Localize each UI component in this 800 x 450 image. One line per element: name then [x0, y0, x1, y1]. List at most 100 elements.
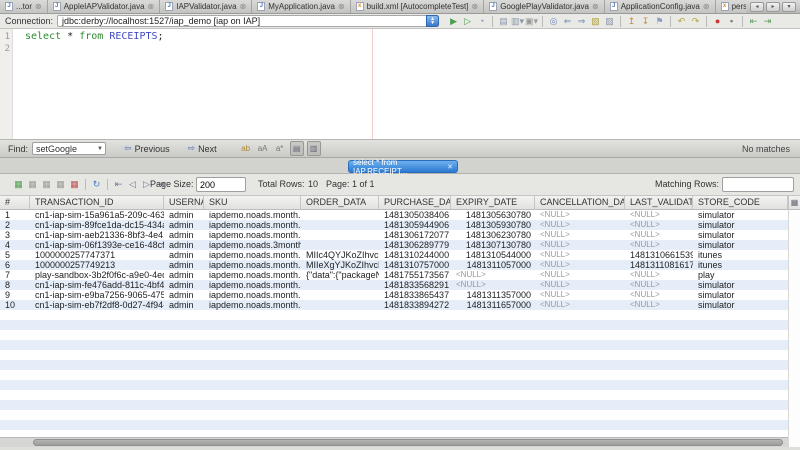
previous-page-icon[interactable]: ◁ [126, 178, 139, 191]
commit-records-icon[interactable]: ▦ [40, 178, 53, 191]
vertical-scrollbar-track[interactable] [788, 196, 800, 450]
table-row[interactable]: 4cn1-iap-sim-06f1393e-ce16-48cf-91...adm… [0, 240, 800, 250]
table-row[interactable]: 2cn1-iap-sim-89fce1da-dc15-434a-81...adm… [0, 220, 800, 230]
record-macro-icon[interactable]: ● [711, 15, 724, 28]
wrap-search-icon[interactable]: ▤ [290, 141, 304, 156]
editor-tab[interactable]: JAppleIAPValidator.java⊗ [48, 0, 161, 13]
result-tab[interactable]: select * from IAP.RECEIPT... ✕ [348, 160, 458, 173]
scroll-tabs-left-button[interactable]: ◂ [750, 2, 764, 12]
table-row[interactable]: 10cn1-iap-sim-eb7f2df8-0d27-4f94-95...ad… [0, 300, 800, 310]
table-row[interactable] [0, 400, 800, 410]
table-row[interactable] [0, 330, 800, 340]
table-row[interactable] [0, 410, 800, 420]
find-previous-button[interactable]: ⇦ Previous [124, 143, 170, 154]
redo-icon[interactable]: ↷ [689, 15, 702, 28]
table-row[interactable]: 7play-sandbox-3b2f0f6c-a9e0-4ed8-b...adm… [0, 270, 800, 280]
column-header[interactable]: CANCELLATION_DATE [535, 196, 625, 210]
column-header[interactable]: TRANSACTION_ID [30, 196, 164, 210]
table-row[interactable]: 61000000257749213adminiapdemo.noads.mont… [0, 260, 800, 270]
table-row[interactable] [0, 340, 800, 350]
shift-left-icon[interactable]: ⇤ [747, 15, 760, 28]
table-row[interactable]: 3cn1-iap-sim-aeb21336-8bf3-4e41-b...admi… [0, 230, 800, 240]
refresh-records-icon[interactable]: ↻ [90, 178, 103, 191]
column-header[interactable]: STORE_CODE [693, 196, 788, 210]
close-result-tab-icon[interactable]: ✕ [447, 163, 453, 171]
find-previous-icon[interactable]: ⇐ [561, 15, 574, 28]
close-tab-icon[interactable]: ⊗ [35, 3, 42, 11]
page-size-label: Page Size: [150, 179, 194, 189]
column-selector-icon[interactable]: ▦ [788, 196, 800, 210]
paste-dropdown-icon[interactable]: ▣▾ [525, 15, 538, 28]
run-statement-icon[interactable]: ▷ [461, 15, 474, 28]
table-row[interactable] [0, 360, 800, 370]
connection-combo[interactable]: jdbc:derby://localhost:1527/iap_demo [ia… [57, 15, 439, 27]
first-page-icon[interactable]: ⇤ [112, 178, 125, 191]
delete-records-icon[interactable]: ▦ [26, 178, 39, 191]
editor-tab[interactable]: xpersistence.xml⊗ [716, 0, 746, 13]
editor-tab[interactable]: JMyApplication.java⊗ [252, 0, 350, 13]
column-header[interactable]: PURCHASE_DATE [379, 196, 451, 210]
close-tab-icon[interactable]: ⊗ [472, 3, 479, 11]
toggle-bookmark-icon[interactable]: ⚑ [653, 15, 666, 28]
editor-tab[interactable]: JApplicationConfig.java⊗ [605, 0, 716, 13]
close-tab-icon[interactable]: ⊗ [148, 3, 155, 11]
truncate-table-icon[interactable]: ▦ [68, 178, 81, 191]
horizontal-scrollbar[interactable] [0, 437, 788, 447]
match-case-icon[interactable]: aA [256, 142, 270, 155]
copy-dropdown-icon[interactable]: ▥▾ [511, 15, 524, 28]
previous-bookmark-icon[interactable]: ↥ [625, 15, 638, 28]
sql-editor[interactable]: 12 select * from RECEIPTS; [0, 29, 800, 139]
editor-tab[interactable]: J...tor⊗ [0, 0, 48, 13]
table-row[interactable]: 8cn1-iap-sim-fe476add-811c-4bf4-84...adm… [0, 280, 800, 290]
horizontal-scrollbar-thumb[interactable] [33, 439, 783, 446]
regex-icon[interactable]: a* [273, 142, 287, 155]
find-icon[interactable]: ◎ [547, 15, 560, 28]
table-row[interactable] [0, 390, 800, 400]
page-size-input[interactable] [196, 177, 246, 192]
column-header[interactable]: EXPIRY_DATE [451, 196, 535, 210]
editor-tab[interactable]: xbuild.xml [AutocompleteTest]⊗ [351, 0, 485, 13]
editor-tab[interactable]: JGooglePlayValidator.java⊗ [484, 0, 605, 13]
shift-right-icon[interactable]: ⇥ [761, 15, 774, 28]
table-row[interactable] [0, 420, 800, 430]
table-row[interactable] [0, 310, 800, 320]
search-selection-icon[interactable]: ▥ [307, 141, 321, 156]
close-tab-icon[interactable]: ⊗ [338, 3, 345, 11]
run-sql-icon[interactable]: ▶ [447, 15, 460, 28]
find-next-button[interactable]: ⇨ Next [188, 143, 217, 154]
connection-dropdown-icon[interactable]: ▲▼ [426, 15, 439, 27]
column-header[interactable]: LAST_VALIDATED [625, 196, 693, 210]
stop-macro-icon[interactable]: ▪ [725, 15, 738, 28]
sql-code-area[interactable]: select * from RECEIPTS; [14, 29, 800, 139]
find-input[interactable]: setGoogle ▼ [32, 142, 106, 155]
undo-icon[interactable]: ↶ [675, 15, 688, 28]
insert-record-icon[interactable]: ▦ [12, 178, 25, 191]
column-header[interactable]: USERNAME [164, 196, 204, 210]
matching-rows-input[interactable] [722, 177, 794, 192]
new-file-icon[interactable]: ▤ [497, 15, 510, 28]
table-row[interactable]: 51000000257747371adminiapdemo.noads.mont… [0, 250, 800, 260]
column-header[interactable]: # [0, 196, 30, 210]
find-next-icon[interactable]: ⇒ [575, 15, 588, 28]
close-tab-icon[interactable]: ⊗ [240, 3, 247, 11]
close-tab-icon[interactable]: ⊗ [703, 3, 710, 11]
highlight-search-icon[interactable]: ▧ [589, 15, 602, 28]
table-row[interactable]: 9cn1-iap-sim-e9ba7256-9065-475c-9...admi… [0, 290, 800, 300]
table-row[interactable] [0, 380, 800, 390]
maximize-window-button[interactable]: ▾ [782, 2, 796, 12]
editor-tab[interactable]: JIAPValidator.java⊗ [160, 0, 252, 13]
table-row[interactable]: 1cn1-iap-sim-15a961a5-209c-4638-9...admi… [0, 210, 800, 220]
table-row[interactable] [0, 370, 800, 380]
close-tab-icon[interactable]: ⊗ [592, 3, 599, 11]
cancel-edits-icon[interactable]: ▦ [54, 178, 67, 191]
column-header[interactable]: SKU [204, 196, 301, 210]
table-row[interactable] [0, 350, 800, 360]
sql-history-icon[interactable]: ◔ [475, 15, 488, 28]
scroll-tabs-right-button[interactable]: ▸ [766, 2, 780, 12]
next-bookmark-icon[interactable]: ↧ [639, 15, 652, 28]
column-header[interactable]: ORDER_DATA [301, 196, 379, 210]
table-row[interactable] [0, 320, 800, 330]
highlight-results-icon[interactable]: ab [239, 142, 253, 155]
find-dropdown-icon[interactable]: ▼ [95, 146, 105, 152]
next-occurrence-icon[interactable]: ▨ [603, 15, 616, 28]
